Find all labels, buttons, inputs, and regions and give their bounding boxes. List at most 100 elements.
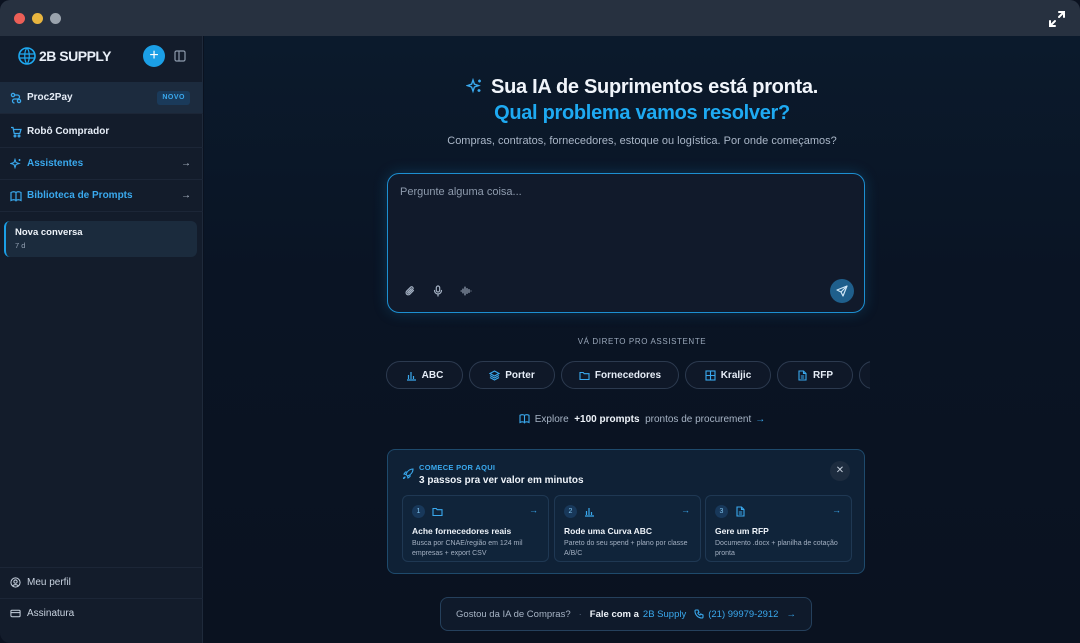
phone-number: (21) 99979-2912: [708, 608, 779, 620]
chip-label: Kraljic: [720, 369, 752, 381]
explore-suffix: prontos de procurement: [645, 414, 752, 425]
card-icon: [10, 609, 21, 618]
minimize-window-button[interactable]: [32, 13, 43, 24]
phone-icon: [694, 609, 704, 619]
step-number: 2: [564, 505, 577, 518]
step-card-2[interactable]: 2 → Rode uma Curva ABC Pareto do seu spe…: [554, 495, 701, 562]
layers-icon: [489, 369, 501, 381]
title-bar: [0, 0, 1080, 36]
sidebar-item-label: Proc2Pay: [27, 92, 73, 103]
contact-brand: 2B Supply: [642, 608, 687, 620]
maximize-window-button[interactable]: [50, 13, 61, 24]
arrow-right-icon: →: [681, 505, 690, 515]
grid-icon: [705, 369, 716, 381]
conversation-item[interactable]: Nova conversa 7 d: [4, 221, 197, 257]
document-icon: [798, 369, 807, 381]
hero-title-row: Sua IA de Suprimentos está pronta.: [204, 76, 1080, 99]
sparkle-icon: [10, 157, 21, 169]
new-badge: NOVO: [157, 91, 190, 105]
chip-kraljic[interactable]: Kraljic: [685, 361, 771, 389]
step-number: 3: [715, 505, 728, 518]
sidebar-item-robo-comprador[interactable]: Robô Comprador: [0, 116, 203, 148]
cart-icon: [11, 126, 22, 138]
step-description: Documento .docx + planilha de cotação pr…: [715, 540, 838, 557]
chip-label: Porter: [505, 369, 535, 381]
explore-prompts-link[interactable]: Explore +100 prompts prontos de procurem…: [204, 413, 1080, 425]
prompt-input[interactable]: [400, 186, 850, 266]
sparkle-icon: [466, 78, 482, 94]
sidebar-item-label: Biblioteca de Prompts: [27, 190, 133, 201]
sidebar-toggle-icon[interactable]: [174, 50, 186, 62]
user-icon: [10, 577, 21, 588]
explore-highlight: +100 prompts: [574, 414, 640, 425]
close-button[interactable]: ✕: [830, 461, 850, 481]
chip-more[interactable]: [859, 361, 870, 389]
step-number: 1: [412, 505, 425, 518]
onboarding-eyebrow: COMECE POR AQUI: [419, 463, 496, 472]
hero-title: Sua IA de Suprimentos está pronta.: [491, 76, 818, 98]
send-icon: [836, 285, 848, 297]
onboarding-title: 3 passos pra ver valor em minutos: [419, 475, 584, 486]
onboarding-card: COMECE POR AQUI 3 passos pra ver valor e…: [387, 449, 865, 574]
bar-chart-icon: [585, 508, 594, 517]
step-description: Busca por CNAE/região em 124 mil empresa…: [412, 540, 523, 557]
sidebar-item-label: Assinatura: [27, 608, 75, 619]
fullscreen-icon[interactable]: [1048, 10, 1066, 28]
arrow-right-icon: →: [786, 608, 796, 620]
chip-label: Fornecedores: [594, 369, 662, 381]
logo-text: 2B SUPPLY: [39, 48, 112, 64]
sidebar-item-label: Assistentes: [27, 158, 84, 169]
chip-rfp[interactable]: RFP: [777, 361, 853, 389]
sidebar-item-biblioteca[interactable]: Biblioteca de Prompts →: [0, 180, 203, 212]
conversation-time: 7 d: [15, 241, 26, 250]
prompt-box: [387, 173, 865, 313]
chip-porter[interactable]: Porter: [469, 361, 555, 389]
route-icon: [10, 92, 22, 104]
arrow-right-icon: →: [832, 505, 841, 515]
sidebar-item-proc2pay[interactable]: Proc2Pay NOVO: [0, 82, 203, 114]
folder-icon: [432, 507, 443, 517]
step-title: Ache fornecedores reais: [412, 526, 512, 536]
contact-bar[interactable]: Gostou da IA de Compras? · Fale com a 2B…: [440, 597, 812, 631]
chip-abc[interactable]: ABC: [386, 361, 463, 389]
sidebar: 2B SUPPLY + Proc2Pay NOVO Robô Comprador…: [0, 36, 203, 643]
book-icon: [519, 414, 530, 424]
sidebar-item-assistentes[interactable]: Assistentes →: [0, 148, 203, 180]
rocket-icon: [402, 468, 414, 480]
logo[interactable]: 2B SUPPLY: [18, 46, 112, 66]
send-button[interactable]: [830, 279, 854, 303]
conversation-title: Nova conversa: [15, 227, 83, 238]
step-card-3[interactable]: 3 → Gere um RFP Documento .docx + planil…: [705, 495, 852, 562]
document-icon: [736, 506, 745, 517]
close-window-button[interactable]: [14, 13, 25, 24]
microphone-icon[interactable]: [432, 285, 444, 297]
attach-icon[interactable]: [404, 285, 416, 297]
assistants-label: VÁ DIRETO PRO ASSISTENTE: [577, 337, 707, 346]
audio-wave-icon[interactable]: [460, 285, 472, 297]
new-chat-button[interactable]: +: [143, 45, 165, 67]
arrow-right-icon: →: [181, 190, 191, 201]
arrow-right-icon: →: [755, 414, 766, 425]
main-content: Sua IA de Suprimentos está pronta. Qual …: [204, 36, 1080, 643]
step-title: Rode uma Curva ABC: [564, 526, 653, 536]
book-icon: [10, 190, 22, 202]
app-window: 2B SUPPLY + Proc2Pay NOVO Robô Comprador…: [0, 0, 1080, 643]
arrow-right-icon: →: [529, 505, 538, 515]
separator: ·: [578, 608, 582, 620]
step-title: Gere um RFP: [715, 526, 769, 536]
sidebar-item-subscription[interactable]: Assinatura: [0, 598, 203, 628]
chip-label: RFP: [813, 369, 833, 381]
contact-question: Gostou da IA de Compras?: [456, 608, 571, 620]
chip-label: ABC: [421, 369, 444, 381]
bar-chart-icon: [406, 371, 416, 381]
hero-description: Compras, contratos, fornecedores, estoqu…: [447, 135, 837, 147]
sidebar-item-label: Robô Comprador: [27, 126, 110, 137]
step-card-1[interactable]: 1 → Ache fornecedores reais Busca por CN…: [402, 495, 549, 562]
explore-prefix: Explore: [534, 414, 569, 425]
arrow-right-icon: →: [181, 158, 191, 169]
sidebar-item-profile[interactable]: Meu perfil: [0, 567, 203, 597]
chip-fornecedores[interactable]: Fornecedores: [561, 361, 679, 389]
step-description: Pareto do seu spend + plano por classe A…: [564, 540, 688, 557]
assistant-chips: ABC Porter Fornecedores Kraljic RFP: [386, 361, 870, 389]
contact-phone[interactable]: (21) 99979-2912: [694, 609, 778, 620]
